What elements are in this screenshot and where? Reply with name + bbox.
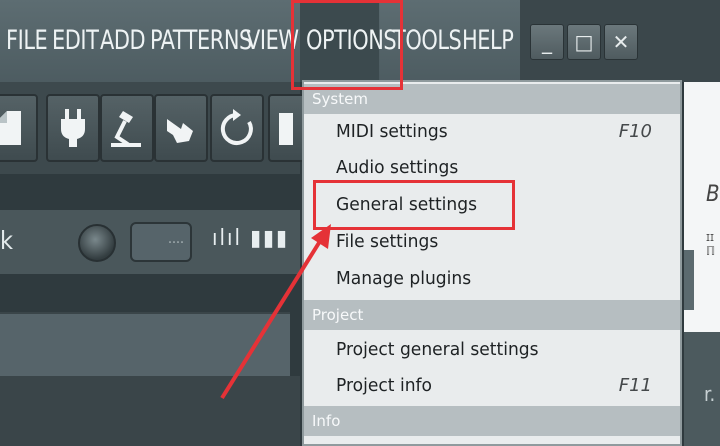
annotation-arrow bbox=[220, 224, 331, 400]
